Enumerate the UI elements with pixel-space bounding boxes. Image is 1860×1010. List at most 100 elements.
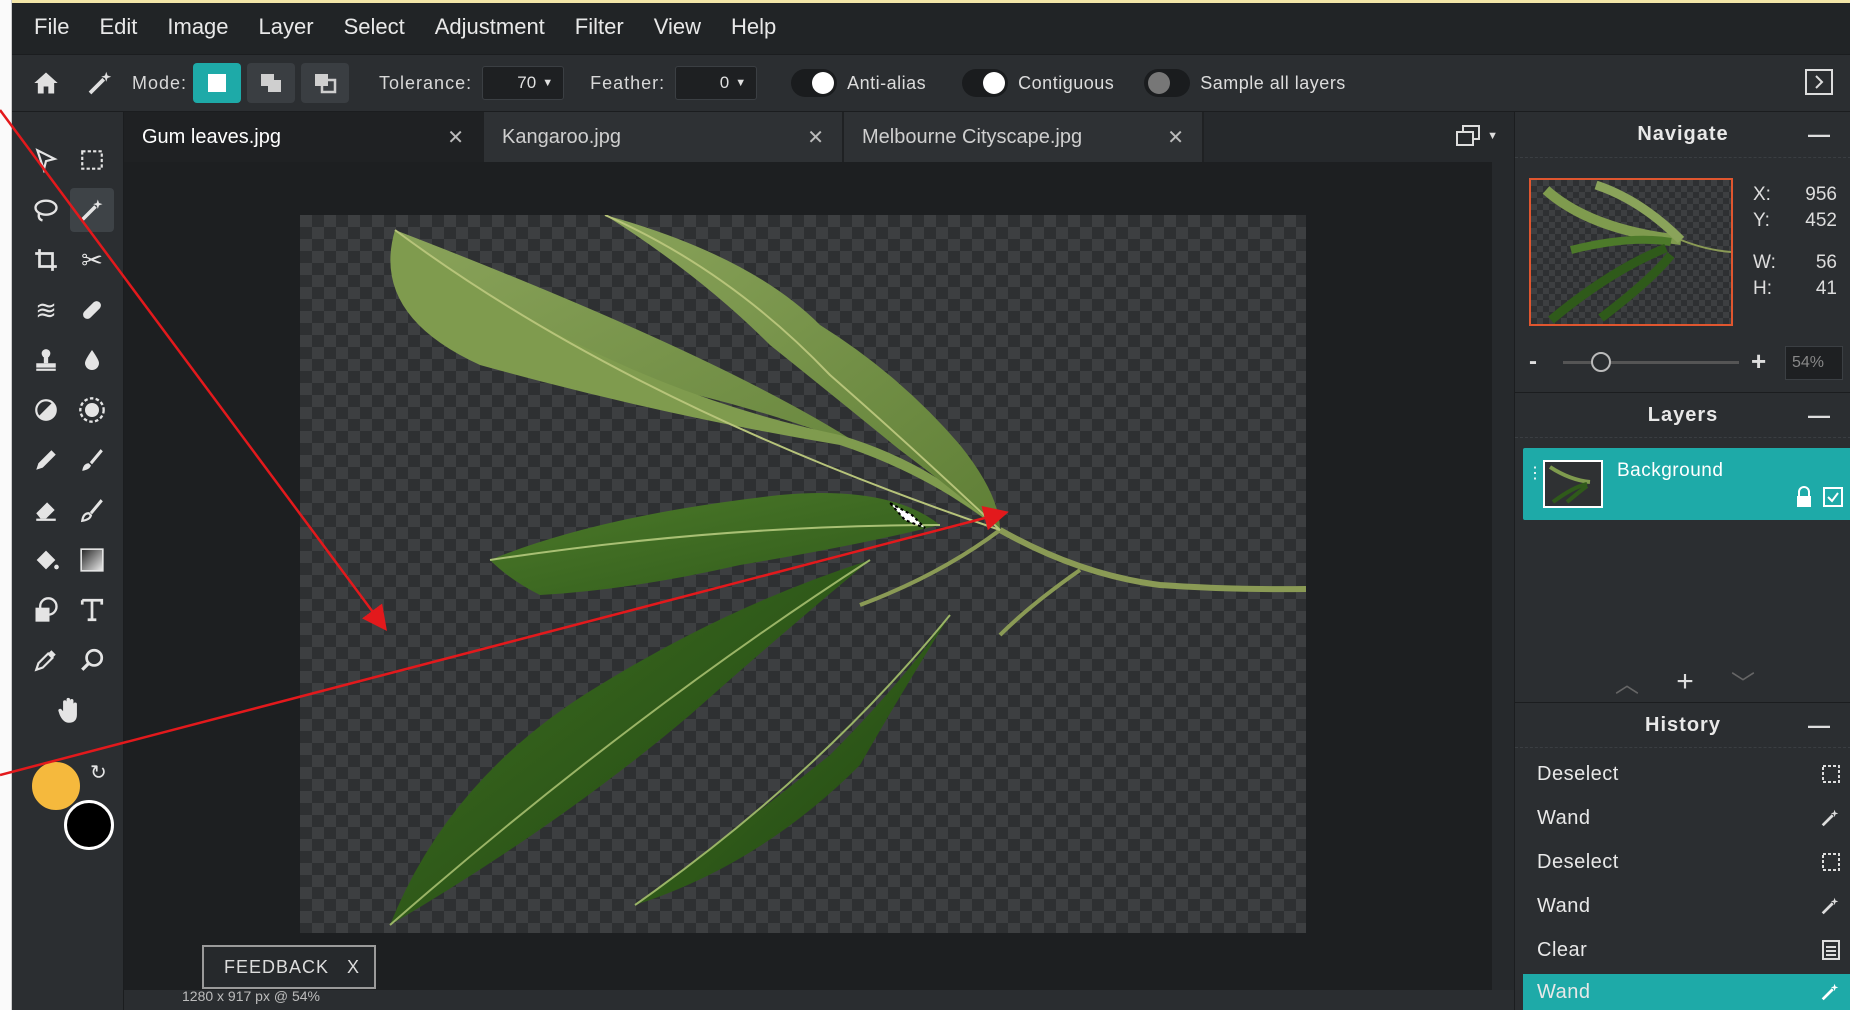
- add-layer-icon[interactable]: +: [1676, 665, 1694, 699]
- layer-item-background[interactable]: ⋮ Background: [1523, 448, 1850, 520]
- minimize-icon[interactable]: —: [1808, 713, 1831, 739]
- sponge-tool-icon[interactable]: [70, 388, 114, 432]
- drag-handle-icon[interactable]: ⋮: [1527, 466, 1543, 482]
- chevron-down-icon: ▼: [542, 77, 554, 89]
- history-item[interactable]: Wand: [1523, 886, 1850, 926]
- mode-subtract-selection-button[interactable]: [301, 63, 350, 103]
- blur-drop-tool-icon[interactable]: [70, 338, 114, 382]
- feather-dropdown[interactable]: 0 ▼: [675, 66, 758, 100]
- wand-icon: [1821, 809, 1839, 827]
- window-arrange-button[interactable]: ▼: [1455, 124, 1498, 148]
- feedback-button[interactable]: FEEDBACK X: [202, 945, 376, 989]
- marquee-tool-icon[interactable]: [70, 138, 114, 182]
- tool-options-bar: Mode: Tolerance: 70 ▼ Feather: 0 ▼ Anti-…: [12, 54, 1850, 112]
- menu-view[interactable]: View: [654, 14, 701, 40]
- history-label: Clear: [1537, 938, 1588, 961]
- menu-file[interactable]: File: [34, 14, 69, 40]
- menu-edit[interactable]: Edit: [99, 14, 137, 40]
- menu-adjustment[interactable]: Adjustment: [435, 14, 545, 40]
- pencil-tool-icon[interactable]: [24, 438, 68, 482]
- swap-colors-icon[interactable]: ↻: [90, 760, 107, 785]
- menu-help[interactable]: Help: [731, 14, 776, 40]
- history-item-active[interactable]: Wand: [1523, 974, 1850, 1010]
- feather-label: Feather:: [590, 72, 666, 93]
- shape-tool-icon[interactable]: [24, 588, 68, 632]
- close-icon[interactable]: ✕: [1167, 125, 1184, 150]
- move-tool-icon[interactable]: [24, 138, 68, 182]
- brush-tool-icon[interactable]: [70, 438, 114, 482]
- close-icon[interactable]: ✕: [447, 125, 464, 150]
- mode-add-selection-button[interactable]: [247, 63, 296, 103]
- navigator-thumbnail[interactable]: [1529, 178, 1733, 326]
- menu-image[interactable]: Image: [167, 14, 228, 40]
- x-coordinate: X: 956: [1753, 184, 1837, 205]
- zoom-slider-track[interactable]: [1563, 361, 1739, 364]
- scissors-tool-icon[interactable]: ✂: [70, 238, 114, 282]
- home-icon[interactable]: [26, 63, 66, 103]
- zoom-tool-icon[interactable]: [70, 638, 114, 682]
- zoom-out-button[interactable]: -: [1529, 348, 1537, 376]
- lock-icon[interactable]: [1795, 486, 1813, 513]
- magic-wand-icon: [80, 63, 120, 103]
- tab-kangaroo[interactable]: Kangaroo.jpg ✕: [484, 112, 844, 162]
- layer-thumbnail: [1543, 460, 1603, 508]
- close-icon[interactable]: ✕: [807, 125, 824, 150]
- magic-wand-tool-icon[interactable]: [70, 188, 114, 232]
- height-readout: H: 41: [1753, 278, 1837, 299]
- antialias-toggle[interactable]: [791, 69, 838, 97]
- collapse-panel-icon[interactable]: [1804, 67, 1834, 97]
- liquify-tool-icon[interactable]: ≋: [24, 288, 68, 332]
- zoom-slider-handle[interactable]: [1591, 352, 1611, 372]
- contiguous-toggle[interactable]: [962, 69, 1009, 97]
- healing-tool-icon[interactable]: [70, 288, 114, 332]
- zoom-controls: - + 54%: [1515, 340, 1850, 386]
- lasso-tool-icon[interactable]: [24, 188, 68, 232]
- history-item[interactable]: Clear: [1523, 930, 1850, 970]
- contiguous-label: Contiguous: [1018, 72, 1115, 93]
- vertical-scrollbar[interactable]: [1492, 162, 1514, 990]
- paint-bucket-tool-icon[interactable]: [24, 538, 68, 582]
- horizontal-scrollbar[interactable]: [124, 990, 1514, 1010]
- chevron-down-icon: ▼: [735, 77, 747, 89]
- tab-melbourne-cityscape[interactable]: Melbourne Cityscape.jpg ✕: [844, 112, 1204, 162]
- zoom-in-button[interactable]: +: [1751, 346, 1766, 377]
- crop-tool-icon[interactable]: [24, 238, 68, 282]
- tab-gum-leaves[interactable]: Gum leaves.jpg ✕: [124, 112, 484, 162]
- history-label: Wand: [1537, 806, 1591, 829]
- foreground-color-swatch[interactable]: [30, 760, 82, 812]
- sample-all-layers-toggle[interactable]: [1144, 69, 1191, 97]
- smudge-tool-icon[interactable]: [70, 488, 114, 532]
- menu-layer[interactable]: Layer: [259, 14, 314, 40]
- menu-filter[interactable]: Filter: [575, 14, 624, 40]
- dodge-tool-icon[interactable]: [24, 388, 68, 432]
- gradient-tool-icon[interactable]: [70, 538, 114, 582]
- tab-label: Gum leaves.jpg: [142, 125, 281, 148]
- image-canvas[interactable]: [300, 214, 1307, 933]
- history-item[interactable]: Deselect: [1523, 754, 1850, 794]
- feedback-close[interactable]: X: [347, 957, 360, 978]
- minimize-icon[interactable]: —: [1808, 122, 1831, 148]
- status-bar-text: 1280 x 917 px @ 54%: [182, 988, 320, 1004]
- window-right-edge: [1850, 0, 1860, 1010]
- zoom-input[interactable]: 54%: [1785, 346, 1843, 380]
- layers-panel-header[interactable]: Layers —: [1515, 392, 1850, 438]
- tolerance-dropdown[interactable]: 70 ▼: [482, 66, 565, 100]
- history-panel-header[interactable]: History —: [1515, 702, 1850, 748]
- history-item[interactable]: Deselect: [1523, 842, 1850, 882]
- navigate-panel-header[interactable]: Navigate —: [1515, 112, 1850, 158]
- history-label: Wand: [1537, 980, 1591, 1003]
- visibility-checkbox-icon[interactable]: [1823, 487, 1843, 512]
- menu-select[interactable]: Select: [344, 14, 405, 40]
- mode-new-selection-button[interactable]: [193, 63, 242, 103]
- clone-stamp-tool-icon[interactable]: [24, 338, 68, 382]
- move-layer-down-icon[interactable]: ﹀: [1731, 664, 1755, 699]
- eyedropper-tool-icon[interactable]: [24, 638, 68, 682]
- move-layer-up-icon[interactable]: ︿: [1615, 664, 1639, 699]
- background-color-swatch[interactable]: [64, 800, 114, 850]
- minimize-icon[interactable]: —: [1808, 403, 1831, 429]
- history-label: Deselect: [1537, 850, 1619, 873]
- eraser-tool-icon[interactable]: [24, 488, 68, 532]
- history-item[interactable]: Wand: [1523, 798, 1850, 838]
- hand-tool-icon[interactable]: [48, 688, 92, 732]
- text-tool-icon[interactable]: [70, 588, 114, 632]
